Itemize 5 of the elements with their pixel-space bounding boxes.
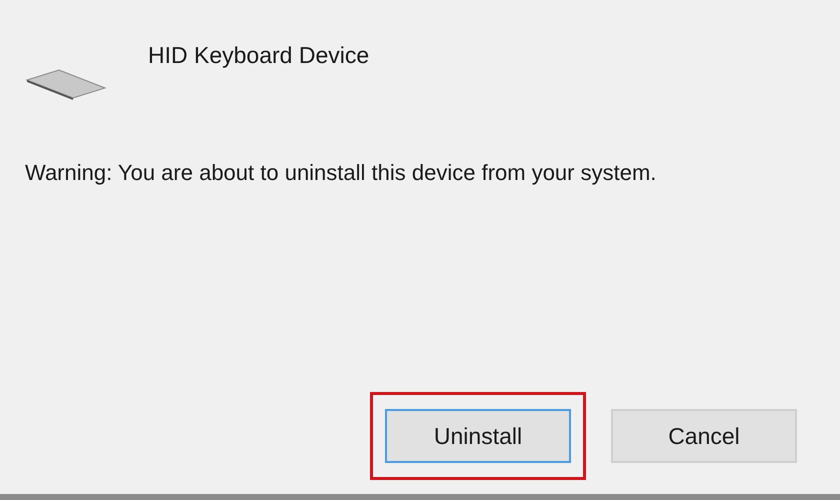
warning-message: Warning: You are about to uninstall this device from your system. [25,160,658,186]
dialog-button[interactable]: Cancel [611,409,797,463]
keyboard-icon [25,68,107,100]
device-name: HID Keyboard Device [148,42,370,69]
dialog-button[interactable]: Uninstall [385,409,571,463]
